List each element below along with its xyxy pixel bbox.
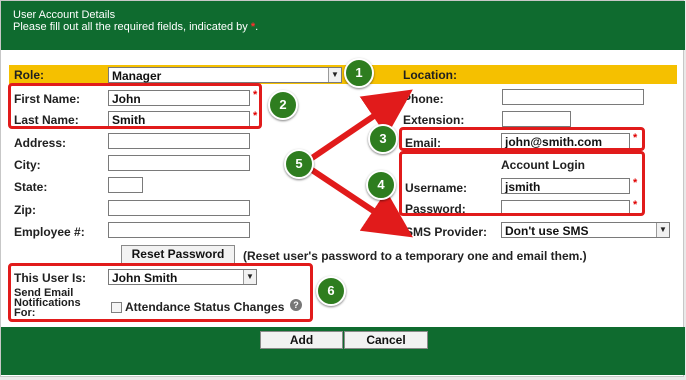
callout-box-login [399, 151, 645, 216]
callout-badge-3: 3 [368, 124, 398, 154]
callout-box-name [8, 83, 262, 129]
callout-badge-4: 4 [366, 170, 396, 200]
callout-badge-6: 6 [316, 276, 346, 306]
callout-box-email [399, 127, 645, 151]
callout-badge-5: 5 [284, 149, 314, 179]
callout-badge-2: 2 [268, 90, 298, 120]
callout-badge-1: 1 [344, 58, 374, 88]
callout-box-notifications [8, 263, 313, 322]
